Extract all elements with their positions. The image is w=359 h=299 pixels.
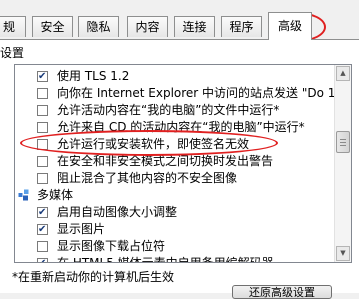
checkbox[interactable] [37, 173, 48, 184]
group-label: 多媒体 [37, 188, 74, 202]
checkbox[interactable]: ✔ [37, 207, 48, 218]
tab-security[interactable]: 安全 [32, 16, 73, 37]
checkbox[interactable]: ✔ [37, 224, 48, 235]
tab-programs[interactable]: 程序 [221, 16, 262, 37]
multimedia-icon [18, 189, 29, 201]
grip-line [340, 139, 346, 140]
scroll-thumb[interactable] [336, 131, 350, 153]
grip-line [340, 145, 346, 146]
tab-general[interactable]: 规 [0, 16, 26, 37]
restart-note: *在重新启动你的计算机后生效 [12, 270, 175, 284]
list-item-label: 允许运行或安装软件，即使签名无效 [57, 137, 250, 151]
list-item-label: 在安全和非安全模式之间切换时发出警告 [57, 154, 274, 168]
list-item-label: 在 HTML5 媒体元素中启用备用编解码器 [57, 256, 274, 263]
list-item-label: 使用 TLS 1.2 [57, 69, 130, 83]
list-item-label: 显示图片 [57, 222, 106, 236]
settings-list[interactable]: ✔ 使用 TLS 1.2 向你在 Internet Explorer 中访问的站… [14, 64, 352, 263]
checkmark-icon: ✔ [38, 224, 47, 235]
tab-bar: 规 安全 隐私 内容 连接 程序 高级 [0, 0, 359, 40]
checkmark-icon: ✔ [38, 71, 47, 82]
checkbox[interactable] [37, 156, 48, 167]
checkbox[interactable] [37, 241, 48, 252]
list-item-label: 向你在 Internet Explorer 中访问的站点发送 "Do 1 [57, 86, 336, 100]
tab-advanced[interactable]: 高级 [268, 12, 312, 40]
scrollbar[interactable]: ▲ ▼ [334, 65, 351, 262]
grip-line [340, 142, 346, 143]
checkbox[interactable] [37, 105, 48, 116]
tab-connections[interactable]: 连接 [174, 16, 215, 37]
checkbox[interactable] [37, 88, 48, 99]
tab-content[interactable]: 内容 [127, 16, 168, 37]
list-item-label: 显示图像下载占位符 [57, 239, 166, 253]
settings-label: 设置 [0, 46, 25, 60]
scroll-up-arrow-icon[interactable]: ▲ [336, 66, 350, 81]
list-item-label: 允许活动内容在“我的电脑”的文件中运行* [57, 103, 280, 117]
list-item-label: 启用自动图像大小调整 [57, 205, 178, 219]
scroll-down-arrow-icon[interactable]: ▼ [336, 246, 350, 261]
checkmark-icon: ✔ [38, 255, 46, 262]
checkbox[interactable]: ✔ [37, 255, 48, 262]
checkmark-icon: ✔ [38, 207, 47, 218]
checkbox[interactable] [37, 139, 48, 150]
restore-advanced-settings-button[interactable]: 还原高级设置 [232, 285, 332, 299]
checkbox[interactable]: ✔ [37, 71, 48, 82]
list-item-label: 阻止混合了其他内容的不安全图像 [57, 171, 238, 185]
list-item-label: 允许来自 CD 的活动内容在“我的电脑”中运行* [57, 120, 305, 134]
checkbox[interactable] [37, 122, 48, 133]
tab-privacy[interactable]: 隐私 [78, 16, 119, 37]
